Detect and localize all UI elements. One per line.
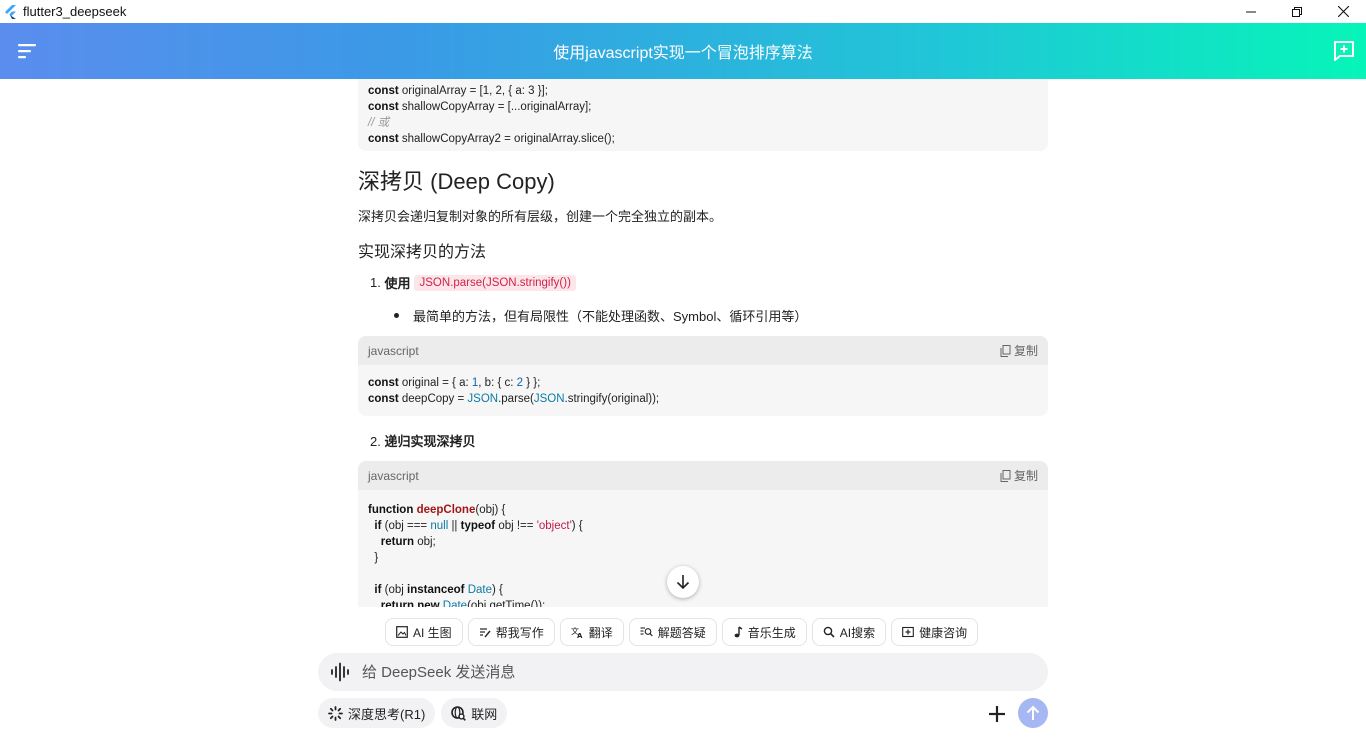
message-input-bar <box>318 653 1048 691</box>
minimize-icon <box>1246 11 1256 12</box>
tool-translate[interactable]: 文A 翻译 <box>559 618 624 646</box>
minimize-button[interactable] <box>1228 0 1274 23</box>
tool-music[interactable]: 音乐生成 <box>721 618 807 646</box>
image-icon <box>396 626 408 638</box>
deep-think-icon <box>328 705 343 721</box>
code-block-header: javascript 复制 <box>358 461 1048 490</box>
copy-button[interactable]: 复制 <box>1000 467 1038 484</box>
voice-input-icon[interactable] <box>330 662 350 682</box>
copy-icon <box>1000 469 1011 482</box>
code-block-json-deep-copy: javascript 复制 const original = { a: 1, b… <box>358 336 1048 416</box>
code-content: const originalArray = [1, 2, { a: 3 }]; … <box>368 85 615 145</box>
tool-ai-image[interactable]: AI 生图 <box>385 618 463 646</box>
restore-icon <box>1292 6 1302 17</box>
copy-icon <box>1000 344 1011 357</box>
arrow-down-icon <box>676 575 690 590</box>
scroll-to-bottom-button[interactable] <box>667 566 699 598</box>
code-language-label: javascript <box>368 343 419 358</box>
new-chat-icon[interactable] <box>1332 39 1356 63</box>
code-block-shallow-copy: const originalArray = [1, 2, { a: 3 }]; … <box>358 79 1048 151</box>
question-search-icon <box>640 627 653 637</box>
inline-code: JSON.parse(JSON.stringify()) <box>414 274 576 291</box>
restore-button[interactable] <box>1274 0 1320 23</box>
tool-writing[interactable]: 帮我写作 <box>467 618 555 646</box>
tool-health[interactable]: 健康咨询 <box>891 618 979 646</box>
chat-title: 使用javascript实现一个冒泡排序算法 <box>553 45 813 62</box>
web-search-toggle[interactable]: 联网 <box>441 698 508 728</box>
code-content: const original = { a: 1, b: { c: 2 } }; … <box>368 377 660 405</box>
arrow-up-icon <box>1026 705 1040 720</box>
list-item-json-method: 1. 使用 JSON.parse(JSON.stringify()) <box>370 273 576 292</box>
translate-icon: 文A <box>571 626 583 638</box>
window-controls <box>1228 0 1366 23</box>
health-icon <box>902 626 914 638</box>
window-title: flutter3_deepseek <box>23 4 127 19</box>
input-options: 深度思考(R1) 联网 <box>318 698 508 728</box>
code-language-label: javascript <box>368 468 419 483</box>
music-note-icon <box>734 626 743 638</box>
quick-tools-bar: AI 生图 帮我写作 文A 翻译 解题答疑 音乐生成 AI搜索 健康咨询 <box>385 618 979 646</box>
send-button[interactable] <box>1018 698 1048 728</box>
copy-button[interactable]: 复制 <box>1000 342 1038 359</box>
tool-ai-search[interactable]: AI搜索 <box>811 618 887 646</box>
close-button[interactable] <box>1320 0 1366 23</box>
message-input[interactable] <box>362 663 982 681</box>
deep-copy-heading: 深拷贝 (Deep Copy) <box>358 169 555 194</box>
deep-think-toggle[interactable]: 深度思考(R1) <box>318 698 436 728</box>
window-titlebar: flutter3_deepseek <box>0 0 1366 23</box>
list-item-bullet: 最简单的方法，但有局限性（不能处理函数、Symbol、循环引用等） <box>394 306 807 325</box>
add-attachment-icon[interactable] <box>985 702 1009 726</box>
writing-icon <box>479 628 491 638</box>
search-icon <box>823 626 835 638</box>
menu-icon[interactable] <box>17 41 39 61</box>
methods-heading: 实现深拷贝的方法 <box>358 244 487 261</box>
globe-search-icon <box>451 705 467 721</box>
code-block-recursive-clone: javascript 复制 function deepClone(obj) { … <box>358 461 1048 607</box>
deep-copy-description: 深拷贝会递归复制对象的所有层级，创建一个完全独立的副本。 <box>358 209 723 224</box>
code-block-header: javascript 复制 <box>358 336 1048 365</box>
close-icon <box>1337 6 1349 17</box>
chat-message-area[interactable]: const originalArray = [1, 2, { a: 3 }]; … <box>0 79 1366 607</box>
flutter-logo-icon <box>5 4 16 19</box>
code-content: function deepClone(obj) { if (obj === nu… <box>368 504 583 607</box>
svg-text:A: A <box>577 632 583 638</box>
list-item-recursive-method: 2. 递归实现深拷贝 <box>370 434 476 449</box>
app-header: 使用javascript实现一个冒泡排序算法 <box>0 23 1366 79</box>
tool-question[interactable]: 解题答疑 <box>628 618 717 646</box>
